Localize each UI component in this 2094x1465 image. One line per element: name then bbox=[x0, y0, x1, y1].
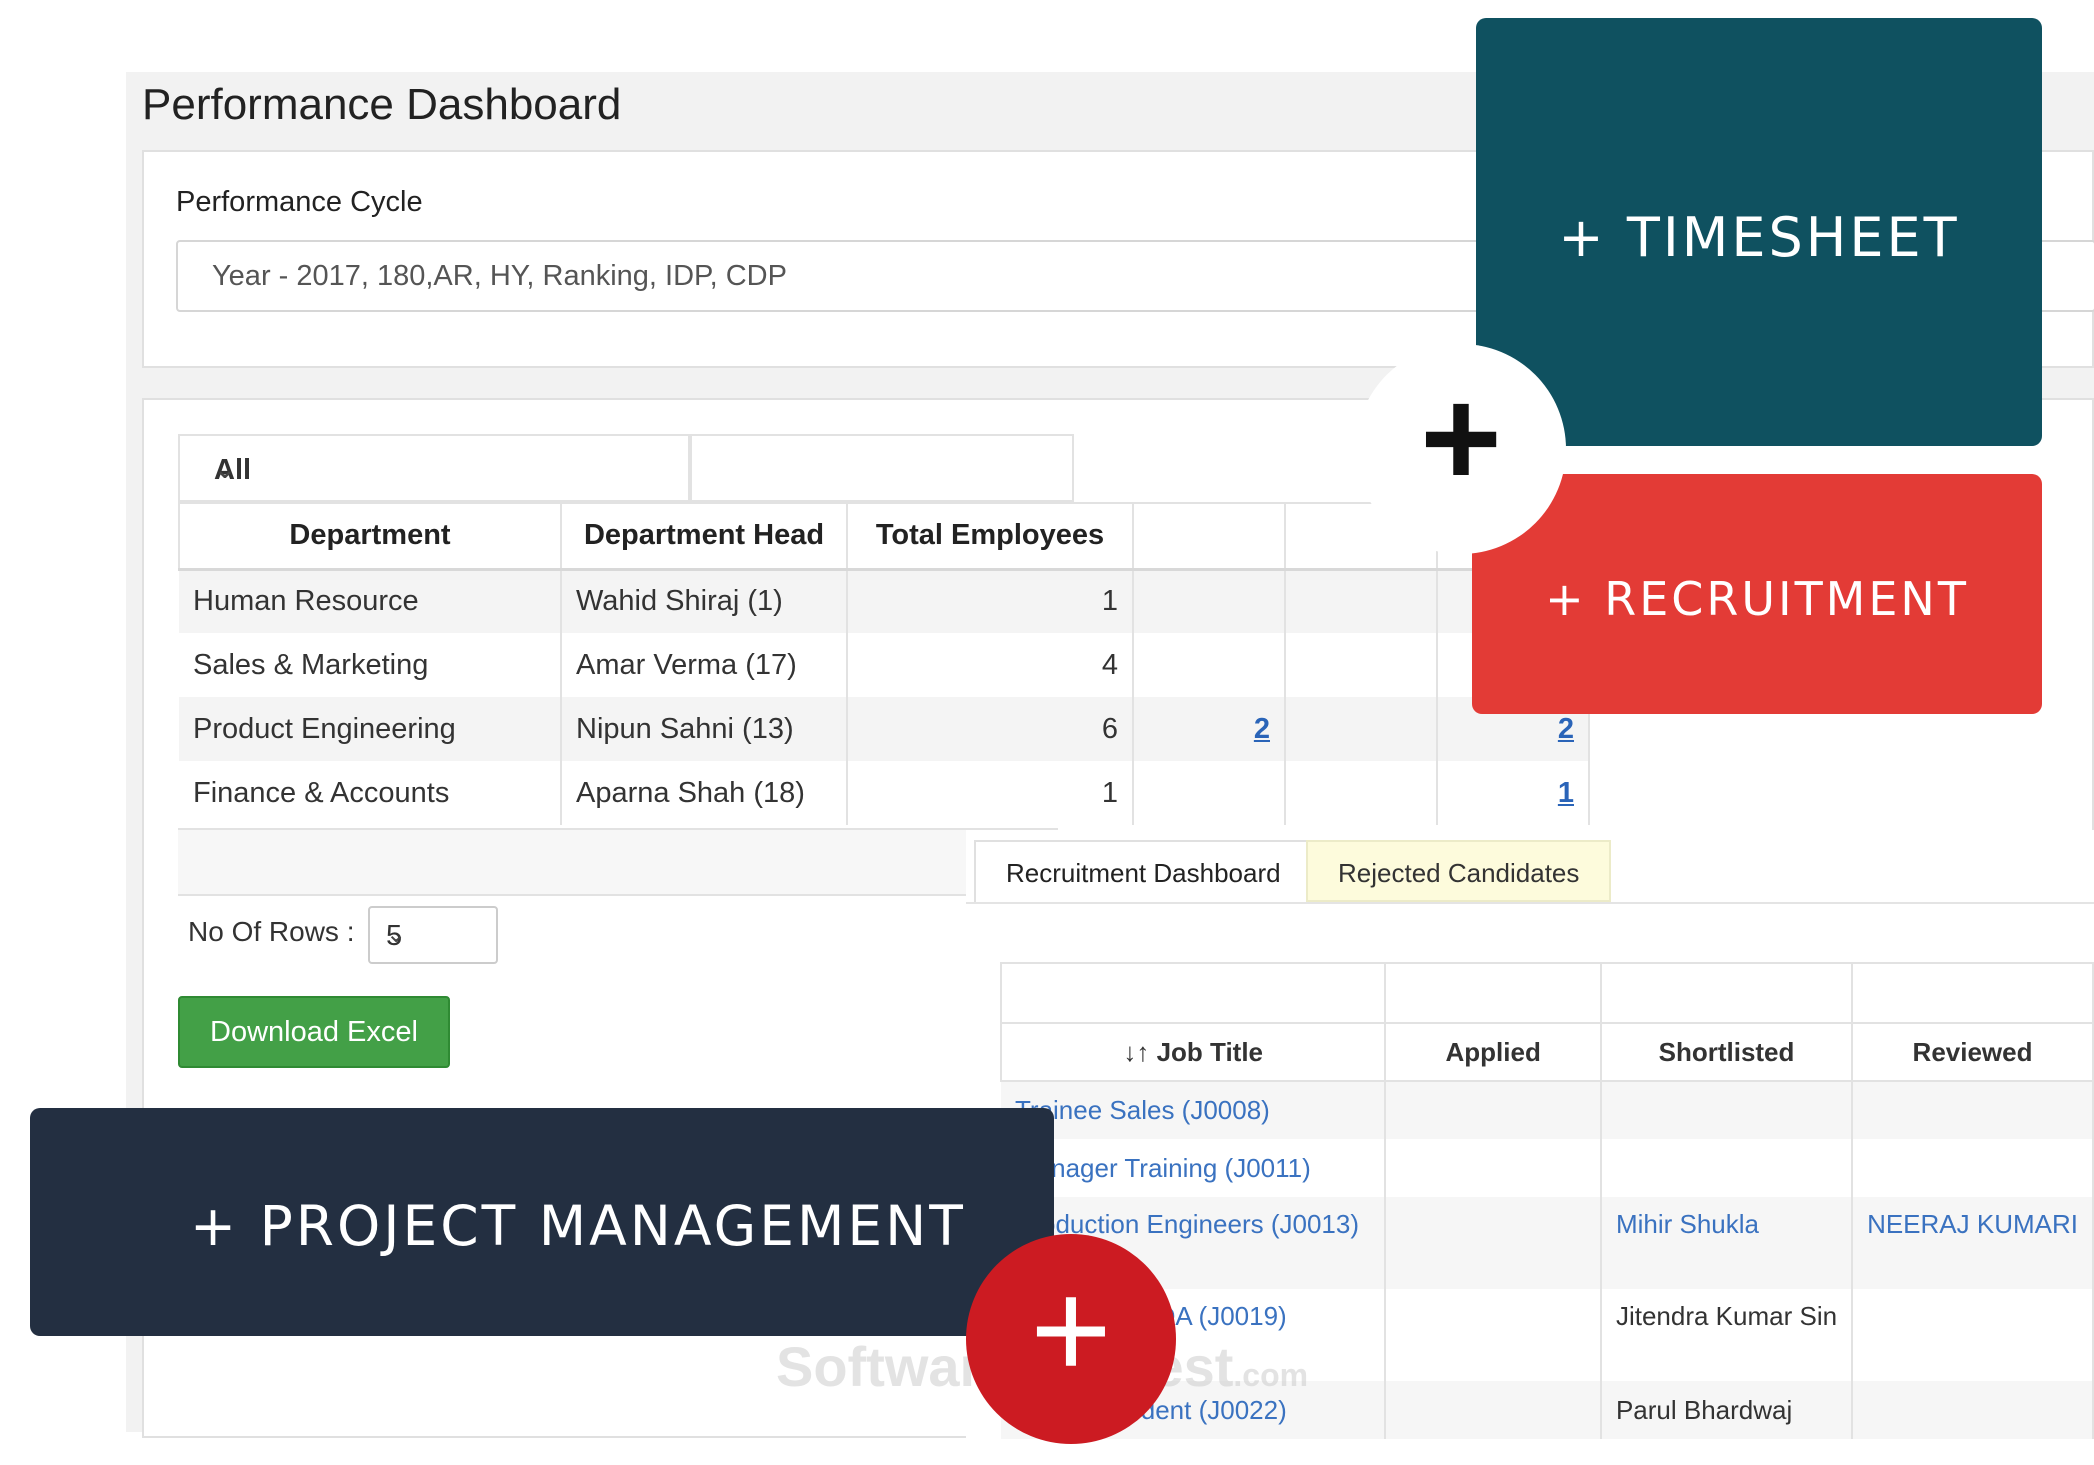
column-header-applied[interactable]: Applied bbox=[1384, 1022, 1602, 1082]
department-head-filter-input[interactable] bbox=[690, 434, 1074, 502]
rows-per-page-select[interactable]: 5 ⌄ bbox=[368, 906, 498, 964]
recruitment-feature-banner: + RECRUITMENT bbox=[1472, 474, 2042, 714]
reviewed-cell[interactable]: NEERAJ KUMARI bbox=[1852, 1197, 2094, 1289]
count-link[interactable] bbox=[1133, 569, 1286, 633]
department-cell: Product Engineering bbox=[179, 697, 562, 761]
chevron-down-icon: ⌄ bbox=[386, 921, 407, 948]
shortlisted-cell[interactable]: Mihir Shukla bbox=[1600, 1197, 1854, 1289]
page-title: Performance Dashboard bbox=[142, 80, 622, 129]
project-management-feature-label: + PROJECT MANAGEMENT bbox=[190, 1194, 966, 1258]
total-employees-cell: 4 bbox=[847, 633, 1134, 697]
timesheet-feature-label: + TIMESHEET bbox=[1558, 206, 1960, 269]
job-title-link[interactable]: Manager Training (J0011) bbox=[1001, 1139, 1387, 1197]
total-employees-cell: 6 bbox=[847, 697, 1134, 761]
department-head-cell: Nipun Sahni (13) bbox=[561, 697, 848, 761]
empty-cell bbox=[1285, 761, 1438, 825]
tab-rejected-candidates[interactable]: Rejected Candidates bbox=[1306, 840, 1612, 902]
column-header-shortlisted[interactable]: Shortlisted bbox=[1599, 1022, 1854, 1082]
count-link[interactable] bbox=[1133, 761, 1286, 825]
filter-cell bbox=[1384, 962, 1602, 1024]
table-row: Manager Training (J0011) bbox=[1001, 1139, 2094, 1197]
project-management-feature-banner: + PROJECT MANAGEMENT bbox=[30, 1108, 1054, 1336]
column-header-4 bbox=[1132, 502, 1286, 571]
empty-cell bbox=[1285, 633, 1438, 697]
shortlisted-cell: Jitendra Kumar Sin bbox=[1600, 1289, 1854, 1381]
plus-circle-white: + bbox=[1356, 344, 1566, 554]
column-header-total-employees[interactable]: Total Employees bbox=[846, 502, 1134, 571]
table-row: Human Resource Wahid Shiraj (1) 1 bbox=[179, 569, 1590, 633]
column-header-job-title[interactable]: ↓↑ Job Title bbox=[999, 1022, 1387, 1082]
shortlisted-cell[interactable] bbox=[1600, 1081, 1854, 1139]
applied-cell bbox=[1385, 1289, 1602, 1381]
table-row: Product Engineering Nipun Sahni (13) 6 2… bbox=[179, 697, 1590, 761]
reviewed-cell[interactable] bbox=[1852, 1081, 2094, 1139]
department-head-cell: Amar Verma (17) bbox=[561, 633, 848, 697]
performance-cycle-value: Year - 2017, 180,AR, HY, Ranking, IDP, C… bbox=[212, 260, 787, 292]
empty-cell bbox=[1285, 697, 1438, 761]
department-cell: Finance & Accounts bbox=[179, 761, 562, 825]
column-header-job-title-label: Job Title bbox=[1156, 1036, 1264, 1067]
recruitment-feature-label: + RECRUITMENT bbox=[1545, 572, 1969, 626]
reviewed-cell bbox=[1852, 1381, 2094, 1439]
column-header-reviewed[interactable]: Reviewed bbox=[1851, 1022, 2094, 1082]
department-cell: Human Resource bbox=[179, 569, 562, 633]
table-row: Sales & Marketing Amar Verma (17) 4 1 bbox=[179, 633, 1590, 697]
tab-divider bbox=[966, 902, 2094, 904]
applied-cell bbox=[1385, 1197, 1602, 1289]
column-header-department-head[interactable]: Department Head bbox=[560, 502, 848, 571]
department-head-cell: Wahid Shiraj (1) bbox=[561, 569, 848, 633]
applied-cell bbox=[1385, 1381, 1602, 1439]
total-employees-cell: 1 bbox=[847, 761, 1134, 825]
rows-per-page-label: No Of Rows : bbox=[188, 916, 355, 947]
column-header-department[interactable]: Department bbox=[178, 502, 562, 571]
empty-cell bbox=[1285, 569, 1438, 633]
table-row: Finance & Accounts Aparna Shah (18) 1 1 bbox=[179, 761, 1590, 825]
filter-cell bbox=[1851, 962, 2094, 1024]
department-head-cell: Aparna Shah (18) bbox=[561, 761, 848, 825]
applied-cell bbox=[1385, 1081, 1602, 1139]
tab-recruitment-dashboard[interactable]: Recruitment Dashboard bbox=[974, 840, 1313, 902]
reviewed-cell bbox=[1852, 1289, 2094, 1381]
shortlisted-cell[interactable] bbox=[1600, 1139, 1854, 1197]
filter-cell bbox=[1599, 962, 1854, 1024]
table-footer bbox=[178, 828, 1058, 896]
total-employees-cell: 1 bbox=[847, 569, 1134, 633]
plus-icon: + bbox=[1030, 1251, 1112, 1408]
department-cell: Sales & Marketing bbox=[179, 633, 562, 697]
watermark-suffix: .com bbox=[1233, 1357, 1309, 1393]
chevron-down-icon: ⌄ bbox=[214, 454, 236, 484]
plus-circle-red: + bbox=[966, 1234, 1176, 1444]
count-link[interactable]: 1 bbox=[1437, 761, 1590, 825]
department-filter-select[interactable]: All ⌄ bbox=[178, 434, 690, 502]
reviewed-cell[interactable] bbox=[1852, 1139, 2094, 1197]
applied-cell bbox=[1385, 1139, 1602, 1197]
sort-icon: ↓↑ bbox=[1123, 1036, 1150, 1067]
shortlisted-cell: Parul Bhardwaj bbox=[1600, 1381, 1854, 1439]
job-title-filter-input[interactable] bbox=[999, 962, 1387, 1024]
performance-cycle-label: Performance Cycle bbox=[176, 186, 423, 218]
count-link[interactable]: 2 bbox=[1133, 697, 1286, 761]
job-title-link[interactable]: Trainee Sales (J0008) bbox=[1001, 1081, 1387, 1139]
count-link[interactable] bbox=[1133, 633, 1286, 697]
plus-icon: + bbox=[1420, 359, 1502, 516]
table-row: Trainee Sales (J0008) bbox=[1001, 1081, 2094, 1139]
download-excel-button[interactable]: Download Excel bbox=[178, 996, 450, 1068]
department-table: Department Department Head Total Employe… bbox=[178, 502, 1590, 825]
